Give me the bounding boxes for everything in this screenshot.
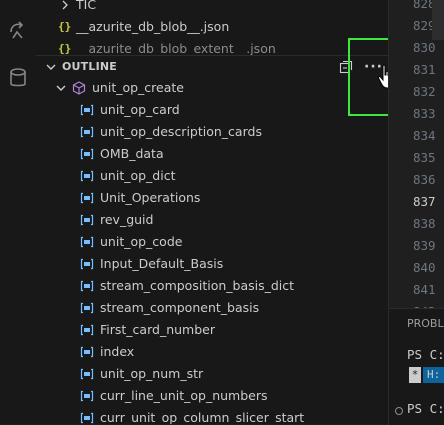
outline-item-label: unit_op_create [92,80,184,95]
outline-item-variable[interactable]: Input_Default_Basis [36,253,388,275]
symbol-variable-icon [80,104,94,116]
outline-item-label: unit_op_dict [100,168,176,183]
outline-item-variable[interactable]: index [36,341,388,363]
outline-item-label: stream_composition_basis_dict [100,278,295,293]
outline-item-label: unit_op_description_cards [100,124,262,139]
line-number: 834 [413,128,436,143]
terminal-line: PS C:\ [407,401,444,416]
explorer-item-label: __azurite_db_blob__.json [76,19,230,34]
outline-item-label: curr_unit_op_column_slicer_start [100,410,305,424]
symbol-variable-icon [80,192,94,204]
editor-gutter: 828 829 830 831 832 833 834 835 836 837 838 839 840 8… [388,0,444,341]
outline-item-label: curr_line_unit_op_numbers [100,388,268,403]
line-number: 833 [413,106,436,121]
symbol-variable-icon [80,280,94,292]
outline-item-variable[interactable]: Unit_Operations [36,187,388,209]
symbol-variable-icon [80,126,94,138]
symbol-variable-icon [80,170,94,182]
activity-bar [0,0,36,424]
terminal-decoration-icon [395,407,403,415]
outline-item-label: Input_Default_Basis [100,256,224,271]
symbol-class-icon [72,81,86,95]
tab-problems[interactable]: PROBLE [407,317,444,330]
outline-item-variable[interactable]: unit_op_description_cards [36,121,388,143]
outline-item-variable[interactable]: unit_op_num_str [36,363,388,385]
line-number: 836 [413,172,436,187]
outline-item-label: index [100,344,135,359]
symbol-variable-icon [80,214,94,226]
line-number: 835 [413,150,436,165]
database-icon[interactable] [6,66,30,90]
explorer-item-tic[interactable]: TIC [36,0,388,16]
outline-item-variable[interactable]: rev_guid [36,209,388,231]
outline-item-variable[interactable]: unit_op_card [36,99,388,121]
terminal-line: PS C:\ [407,347,444,362]
line-number: 830 [413,40,436,55]
outline-title: OUTLINE [62,60,118,73]
line-number: 832 [413,84,436,99]
hand-cursor-icon [377,64,388,89]
symbol-variable-icon [80,368,94,380]
line-number: 837 [413,194,436,209]
symbol-variable-icon [80,346,94,358]
outline-item-label: unit_op_num_str [100,366,204,381]
outline-item-variable[interactable]: curr_unit_op_column_slicer_start [36,407,388,424]
outline-section-header[interactable]: OUTLINE ··· [36,55,388,78]
symbol-variable-icon [80,390,94,402]
editor-scrollbar[interactable] [432,0,444,40]
outline-item-variable[interactable]: First_card_number [36,319,388,341]
remote-explorer-icon[interactable] [6,18,30,42]
sidebar: TIC {} __azurite_db_blob__.json {} __azu… [36,0,388,424]
chevron-down-icon [46,64,56,70]
outline-item-label: unit_op_card [100,102,180,117]
line-number: 831 [413,62,436,77]
symbol-variable-icon [80,148,94,160]
symbol-variable-icon [80,324,94,336]
outline-item-variable[interactable]: stream_composition_basis_dict [36,275,388,297]
chevron-right-icon [62,0,68,10]
outline-item-label: OMB_data [100,146,164,161]
outline-item-class[interactable]: unit_op_create [36,77,388,99]
symbol-variable-icon [80,236,94,248]
chevron-down-icon [56,85,66,91]
outline-item-label: rev_guid [100,212,154,227]
outline-item-label: First_card_number [100,322,215,337]
outline-item-label: Unit_Operations [100,190,201,205]
json-file-icon: {} [58,20,72,33]
symbol-variable-icon [80,412,94,424]
outline-item-variable[interactable]: unit_op_dict [36,165,388,187]
symbol-variable-icon [80,302,94,314]
explorer-item-json[interactable]: {} __azurite_db_blob__.json [36,16,388,38]
line-number: 840 [413,260,436,275]
symbol-variable-icon [80,258,94,270]
outline-item-label: stream_component_basis [100,300,260,315]
explorer-item-label: TIC [76,0,97,12]
terminal-panel: PROBLE PS C:\ * H: PS C:\ [388,308,444,425]
outline-item-variable[interactable]: OMB_data [36,143,388,165]
line-number: 839 [413,238,436,253]
terminal-drive-badge: H: [423,367,444,383]
outline-item-label: unit_op_code [100,234,183,249]
outline-item-variable[interactable]: curr_line_unit_op_numbers [36,385,388,407]
outline-item-variable[interactable]: unit_op_code [36,231,388,253]
outline-item-variable[interactable]: stream_component_basis [36,297,388,319]
terminal-star-badge: * [409,367,421,383]
line-number: 841 [413,282,436,297]
line-number: 838 [413,216,436,231]
